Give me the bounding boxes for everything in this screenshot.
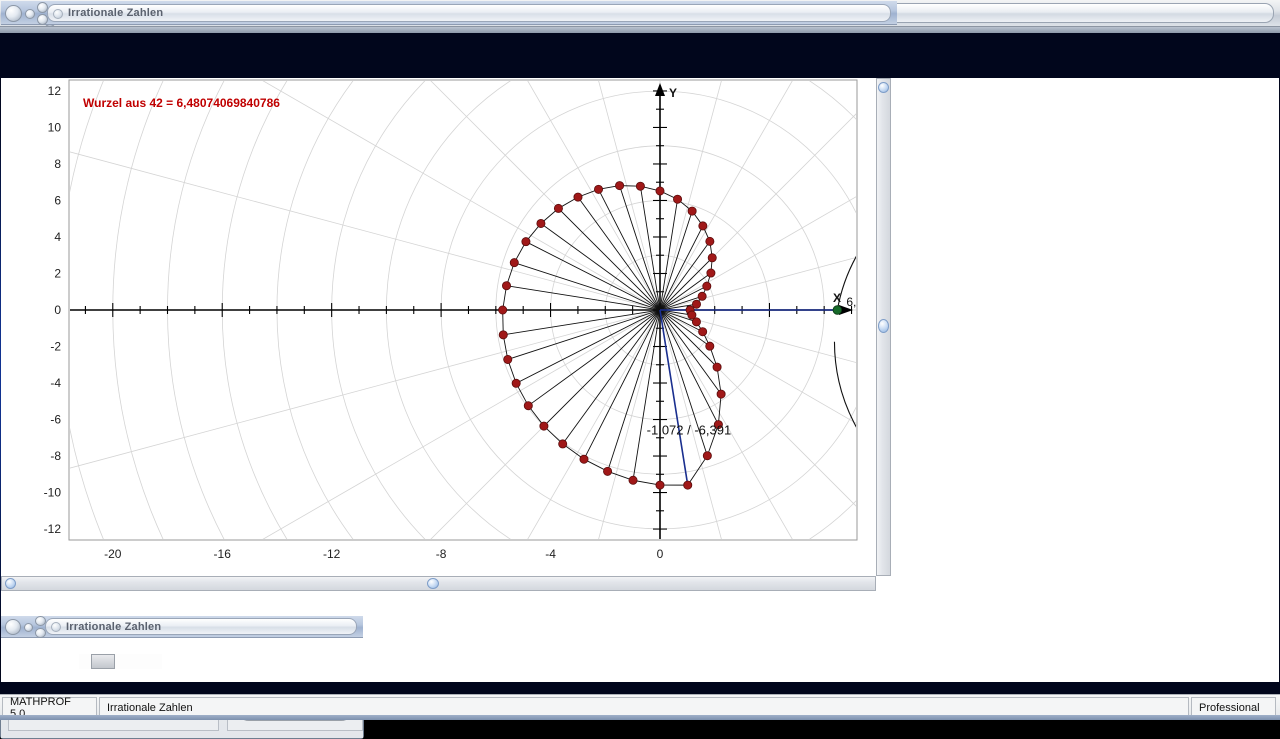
data-point bbox=[594, 184, 604, 194]
screen: MATHPROF 5.0 Irrationale Zahlen Datei Ei… bbox=[0, 0, 1280, 739]
window-title-dot-icon bbox=[53, 9, 63, 19]
data-point bbox=[553, 203, 563, 213]
document-window-title-text: Irrationale Zahlen bbox=[68, 7, 164, 19]
data-point bbox=[539, 421, 549, 431]
data-point bbox=[536, 218, 546, 228]
y-tick-label: -12 bbox=[44, 522, 62, 536]
x-tick-label: -4 bbox=[545, 547, 556, 561]
data-point bbox=[683, 480, 693, 490]
dialog-button-large[interactable] bbox=[5, 619, 21, 635]
application-titlebar-shadow bbox=[0, 27, 1280, 33]
y-tick-label: -4 bbox=[50, 376, 61, 390]
plot-horizontal-scrollbar[interactable] bbox=[1, 576, 876, 591]
data-point bbox=[603, 466, 613, 476]
document-window: Irrationale Zahlen Datei Einstellungen Z… bbox=[0, 0, 1279, 719]
x-tick-label: -16 bbox=[214, 547, 232, 561]
data-point bbox=[691, 299, 701, 309]
y-tick-label: 2 bbox=[54, 266, 61, 280]
annotation-point: -1,072 / -6,391 bbox=[647, 423, 732, 438]
plot-vertical-scrollbar[interactable] bbox=[876, 78, 891, 576]
data-point bbox=[702, 451, 712, 461]
basis-track[interactable] bbox=[79, 654, 162, 669]
data-point bbox=[511, 378, 521, 388]
data-point bbox=[687, 206, 697, 216]
data-point bbox=[579, 454, 589, 464]
y-tick-label: 0 bbox=[54, 303, 61, 317]
data-point bbox=[615, 181, 625, 191]
data-point bbox=[706, 268, 716, 278]
data-point bbox=[503, 354, 513, 364]
document-window-title: Irrationale Zahlen bbox=[47, 4, 891, 22]
status-edition-text: Professional bbox=[1199, 701, 1260, 714]
data-point bbox=[558, 439, 568, 449]
x-tick-label: -12 bbox=[323, 547, 341, 561]
y-tick-label: 12 bbox=[48, 84, 62, 98]
document-window-titlebar[interactable]: Irrationale Zahlen bbox=[1, 1, 897, 25]
window-button-large[interactable] bbox=[5, 5, 22, 22]
endpoint-marker bbox=[832, 305, 843, 315]
y-tick-label: 8 bbox=[54, 157, 61, 171]
hscroll-thumb[interactable] bbox=[427, 578, 439, 589]
dialog-button-small[interactable] bbox=[24, 623, 33, 632]
data-point bbox=[498, 330, 508, 340]
dialog-title: Irrationale Zahlen bbox=[45, 618, 357, 635]
dialog-title-dot-icon bbox=[51, 622, 61, 632]
y-axis-label: Y bbox=[669, 86, 677, 100]
y-tick-label: 4 bbox=[54, 230, 61, 244]
plot-title: Wurzel aus 42 = 6,48074069840786 bbox=[83, 96, 280, 110]
data-point bbox=[573, 192, 583, 202]
plot-area: 6,481-1,072 / -6,391Wurzel aus 42 = 6,48… bbox=[1, 78, 1279, 682]
x-tick-label: -8 bbox=[436, 547, 447, 561]
data-point bbox=[635, 181, 645, 191]
dialog-titlebar[interactable]: Irrationale Zahlen bbox=[1, 616, 363, 638]
basis-thumb[interactable] bbox=[90, 654, 115, 669]
y-tick-label: -10 bbox=[44, 486, 62, 500]
x-tick-label: -20 bbox=[104, 547, 122, 561]
data-point bbox=[509, 258, 519, 268]
y-tick-label: 6 bbox=[54, 193, 61, 207]
data-point bbox=[655, 186, 665, 196]
data-point bbox=[655, 480, 665, 490]
data-point bbox=[707, 253, 717, 263]
data-point bbox=[697, 291, 707, 301]
data-point bbox=[698, 327, 708, 337]
y-tick-label: -2 bbox=[50, 340, 61, 354]
data-point bbox=[702, 281, 712, 291]
data-point bbox=[521, 237, 531, 247]
y-tick-label: 10 bbox=[48, 120, 62, 134]
window-bottom-edge bbox=[0, 715, 1280, 720]
data-point bbox=[698, 221, 708, 231]
data-point bbox=[705, 236, 715, 246]
status-context-text: Irrationale Zahlen bbox=[107, 701, 193, 714]
dialog-button-bottom[interactable] bbox=[35, 628, 46, 638]
data-point bbox=[498, 305, 508, 315]
data-point bbox=[716, 389, 726, 399]
hscroll-thumb-left[interactable] bbox=[5, 578, 16, 589]
window-button-small[interactable] bbox=[25, 9, 35, 19]
polar-plot-canvas[interactable]: 6,481-1,072 / -6,391Wurzel aus 42 = 6,48… bbox=[1, 78, 897, 576]
data-point bbox=[673, 194, 683, 204]
data-point bbox=[705, 341, 715, 351]
data-point bbox=[712, 362, 722, 372]
data-point bbox=[628, 475, 638, 485]
data-point bbox=[502, 281, 512, 291]
data-point bbox=[523, 401, 533, 411]
x-tick-label: 0 bbox=[657, 547, 664, 561]
y-tick-label: -6 bbox=[50, 413, 61, 427]
vscroll-thumb-top[interactable] bbox=[878, 82, 889, 93]
x-axis-label: X bbox=[833, 291, 841, 305]
vscroll-thumb[interactable] bbox=[878, 319, 889, 333]
dialog-title-text: Irrationale Zahlen bbox=[66, 620, 162, 633]
y-tick-label: -8 bbox=[50, 449, 61, 463]
data-point bbox=[687, 310, 697, 320]
